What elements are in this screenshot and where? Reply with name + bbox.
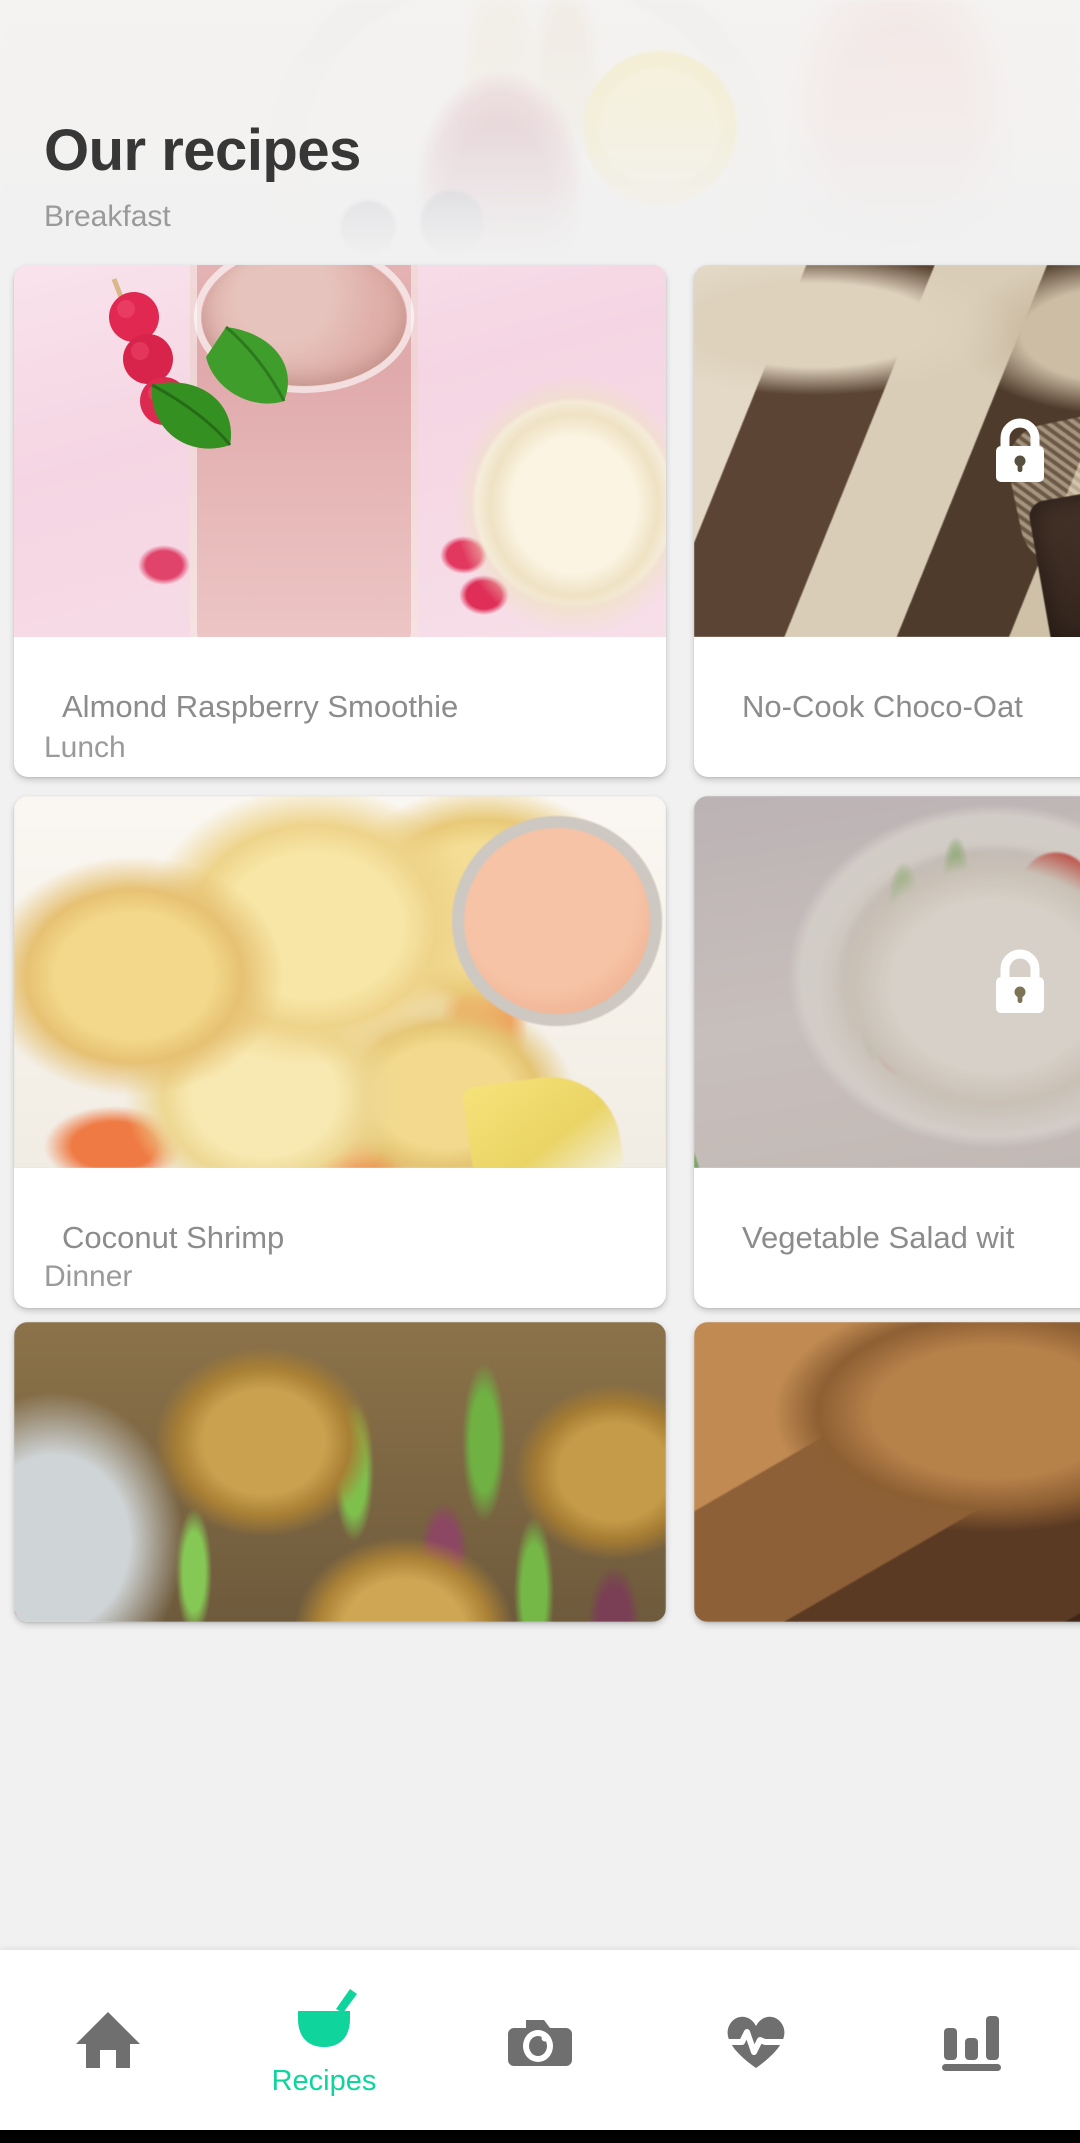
nav-item-home[interactable] bbox=[0, 1950, 216, 2130]
page-title: Our recipes bbox=[44, 118, 361, 183]
nav-item-health[interactable] bbox=[648, 1950, 864, 2130]
recipe-card[interactable] bbox=[14, 1322, 666, 1622]
bar-chart-icon bbox=[936, 2004, 1008, 2076]
nav-item-stats[interactable] bbox=[864, 1950, 1080, 2130]
burger-blue-cheese-photo bbox=[694, 1322, 1080, 1622]
recipe-row-dinner[interactable] bbox=[0, 1322, 1080, 1622]
recipe-card[interactable]: Vegetable Salad wit bbox=[694, 796, 1080, 1308]
recipe-card-image bbox=[694, 265, 1080, 637]
recipe-card-title: No-Cook Choco-Oat bbox=[742, 689, 1023, 724]
camera-icon bbox=[504, 2004, 576, 2076]
nav-item-camera[interactable] bbox=[432, 1950, 648, 2130]
nav-item-recipes[interactable]: Recipes bbox=[216, 1950, 432, 2130]
recipe-card[interactable]: No-Cook Choco-Oat bbox=[694, 265, 1080, 777]
dipping-sauce-bowl-decor bbox=[452, 816, 662, 1026]
bottom-navigation-bar: Recipes bbox=[0, 1950, 1080, 2130]
lock-icon bbox=[989, 947, 1051, 1017]
mortar-pestle-icon bbox=[288, 1985, 360, 2057]
recipe-card[interactable]: Almond Raspberry Smoothie bbox=[14, 265, 666, 777]
recipe-card-image bbox=[694, 1322, 1080, 1622]
nav-item-label-recipes: Recipes bbox=[271, 2064, 377, 2097]
recipe-card-title: Vegetable Salad wit bbox=[742, 1220, 1015, 1255]
lemon-wedge-decor bbox=[461, 1068, 625, 1168]
almond-raspberry-smoothie-photo bbox=[14, 265, 666, 637]
system-navigation-bar bbox=[0, 2130, 1080, 2143]
recipe-row-breakfast[interactable]: Almond Raspberry Smoothie No-Cook Choco-… bbox=[0, 265, 1080, 777]
home-icon bbox=[72, 2004, 144, 2076]
recipe-row-lunch[interactable]: Coconut Shrimp Vegetable Salad wit bbox=[0, 796, 1080, 1308]
recipe-card-image bbox=[14, 796, 666, 1168]
recipe-card[interactable]: Coconut Shrimp bbox=[14, 796, 666, 1308]
falafel-salad-photo bbox=[14, 1322, 666, 1622]
recipe-card-image bbox=[694, 796, 1080, 1168]
recipe-card-image bbox=[14, 265, 666, 637]
lock-icon bbox=[989, 416, 1051, 486]
section-header-dinner: Dinner bbox=[44, 1260, 133, 1293]
recipe-card[interactable] bbox=[694, 1322, 1080, 1622]
coconut-shrimp-photo bbox=[14, 796, 666, 1168]
heart-pulse-icon bbox=[720, 2004, 792, 2076]
recipe-card-image bbox=[14, 1322, 666, 1622]
mint-leaf-garnish-icon bbox=[151, 325, 288, 449]
section-header-lunch: Lunch bbox=[44, 731, 126, 764]
app-screen: Our recipes Breakfast Almond Raspberry S… bbox=[0, 0, 1080, 2143]
section-header-breakfast: Breakfast bbox=[44, 200, 171, 233]
